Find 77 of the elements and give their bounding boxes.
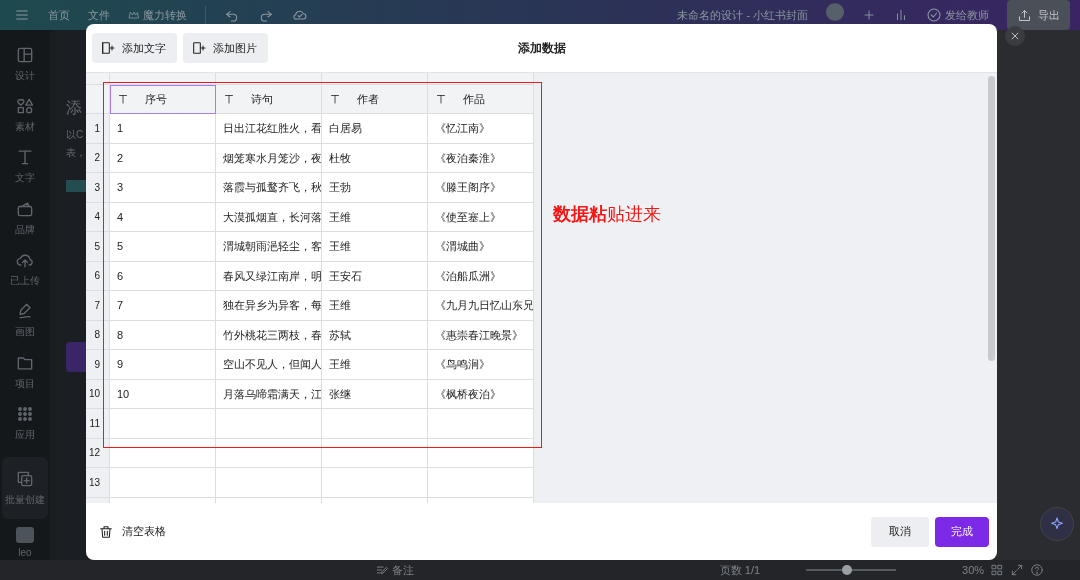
- table-cell[interactable]: 《鸟鸣涧》: [428, 350, 534, 380]
- row-number: 9: [86, 350, 110, 380]
- table-cell[interactable]: 竹外桃花三两枝，春: [216, 320, 322, 350]
- table-cell[interactable]: 《夜泊秦淮》: [428, 143, 534, 173]
- user-name: leo: [18, 546, 32, 561]
- table-cell[interactable]: 王安石: [322, 261, 428, 291]
- panel-title: 添: [66, 98, 82, 118]
- table-cell[interactable]: 日出江花红胜火，看: [216, 114, 322, 144]
- clear-table-button[interactable]: 清空表格: [98, 523, 166, 540]
- table-cell[interactable]: 10: [110, 379, 216, 409]
- table-cell[interactable]: 王维: [322, 291, 428, 321]
- table-cell[interactable]: 《枫桥夜泊》: [428, 379, 534, 409]
- magic-switch-menu[interactable]: 魔力转换: [128, 6, 187, 24]
- table-cell[interactable]: 张继: [322, 379, 428, 409]
- table-cell[interactable]: 9: [110, 350, 216, 380]
- panel-text: 表，: [66, 146, 86, 160]
- table-cell[interactable]: 杜牧: [322, 143, 428, 173]
- row-number: 13: [86, 468, 110, 498]
- document-title[interactable]: 未命名的设计 - 小红书封面: [677, 6, 809, 24]
- row-number: 5: [86, 232, 110, 262]
- row-number: 8: [86, 320, 110, 350]
- add-image-button[interactable]: 添加图片: [183, 33, 268, 63]
- table-cell[interactable]: 《忆江南》: [428, 114, 534, 144]
- table-cell[interactable]: 1: [110, 114, 216, 144]
- row-number: 3: [86, 173, 110, 203]
- table-cell[interactable]: 空山不见人，但闻人: [216, 350, 322, 380]
- annotation-text: 数据粘贴进来: [553, 203, 661, 226]
- column-header[interactable]: 作品: [428, 85, 534, 114]
- table-cell[interactable]: 春风又绿江南岸，明: [216, 261, 322, 291]
- menu-item[interactable]: 文件: [88, 6, 110, 24]
- table-cell[interactable]: 苏轼: [322, 320, 428, 350]
- table-cell[interactable]: 3: [110, 173, 216, 203]
- send-to-teacher-button[interactable]: 发给教师: [926, 6, 989, 24]
- notes-button[interactable]: 备注: [375, 561, 414, 579]
- export-button[interactable]: 导出: [1007, 0, 1070, 30]
- table-cell[interactable]: 王维: [322, 202, 428, 232]
- table-cell[interactable]: 《滕王阁序》: [428, 173, 534, 203]
- table-cell[interactable]: 《使至塞上》: [428, 202, 534, 232]
- menu-item[interactable]: 首页: [48, 6, 70, 24]
- table-cell[interactable]: 8: [110, 320, 216, 350]
- table-cell[interactable]: 月落乌啼霜满天，江: [216, 379, 322, 409]
- row-number: 7: [86, 291, 110, 321]
- table-cell[interactable]: 独在异乡为异客，每: [216, 291, 322, 321]
- row-number: 1: [86, 114, 110, 144]
- table-cell[interactable]: 《九月九日忆山东兄: [428, 291, 534, 321]
- table-cell[interactable]: 落霞与孤鹜齐飞，秋: [216, 173, 322, 203]
- panel-text: 以C: [66, 128, 85, 142]
- row-number: 2: [86, 143, 110, 173]
- table-cell[interactable]: 白居易: [322, 114, 428, 144]
- table-cell[interactable]: 渭城朝雨浥轻尘，客: [216, 232, 322, 262]
- row-number: 12: [86, 438, 110, 468]
- table-cell[interactable]: 王勃: [322, 173, 428, 203]
- row-number: 11: [86, 409, 110, 439]
- table-cell[interactable]: 2: [110, 143, 216, 173]
- row-number: 10: [86, 379, 110, 409]
- zoom-reading: 30%: [962, 562, 985, 578]
- table-cell[interactable]: 《泊船瓜洲》: [428, 261, 534, 291]
- cancel-button[interactable]: 取消: [871, 516, 929, 547]
- table-cell[interactable]: 烟笼寒水月笼沙，夜: [216, 143, 322, 173]
- table-cell[interactable]: 王维: [322, 232, 428, 262]
- done-button[interactable]: 完成: [935, 516, 989, 547]
- add-text-button[interactable]: 添加文字: [92, 33, 177, 63]
- table-cell[interactable]: 6: [110, 261, 216, 291]
- row-number: 4: [86, 202, 110, 232]
- table-cell[interactable]: 4: [110, 202, 216, 232]
- table-cell[interactable]: 5: [110, 232, 216, 262]
- column-header[interactable]: 诗句: [216, 85, 322, 114]
- row-number: 6: [86, 261, 110, 291]
- dialog-title: 添加数据: [517, 41, 566, 55]
- table-cell[interactable]: 《渭城曲》: [428, 232, 534, 262]
- table-cell[interactable]: 王维: [322, 350, 428, 380]
- table-cell[interactable]: 大漠孤烟直，长河落: [216, 202, 322, 232]
- table-cell[interactable]: 7: [110, 291, 216, 321]
- column-header[interactable]: 序号: [110, 85, 216, 114]
- column-header[interactable]: 作者: [322, 85, 428, 114]
- table-cell[interactable]: 《惠崇春江晚景》: [428, 320, 534, 350]
- page-count: 页数 1/1: [719, 562, 761, 578]
